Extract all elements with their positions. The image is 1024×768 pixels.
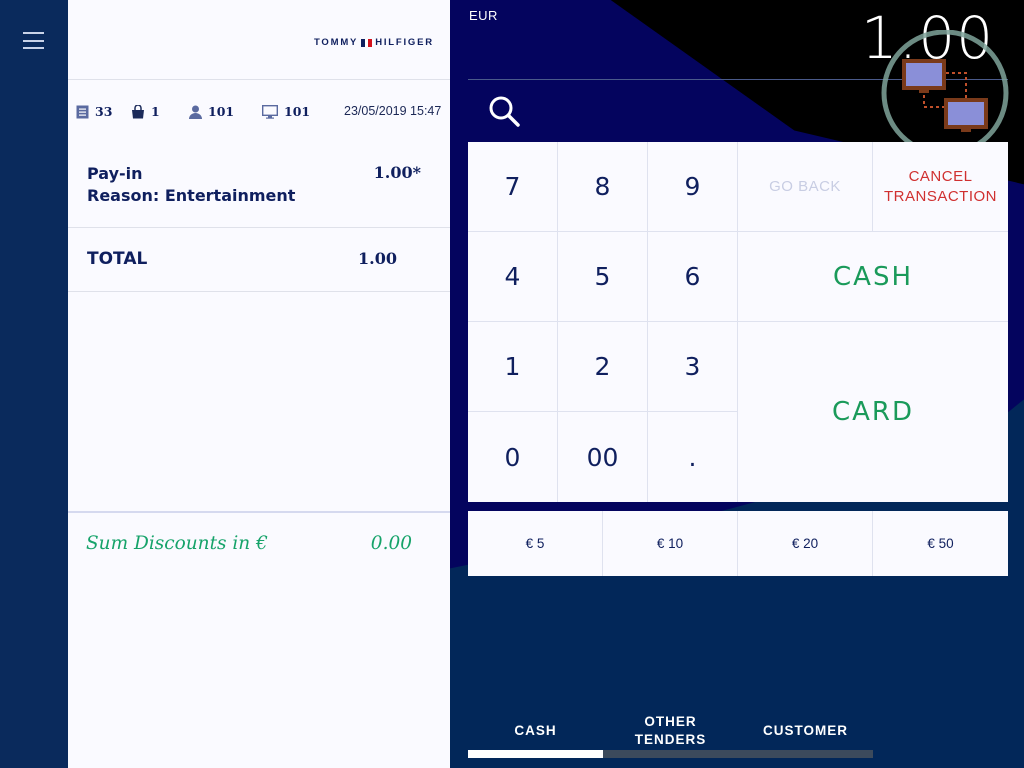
divider [68,227,450,228]
key-00[interactable]: 00 [558,412,647,502]
bag-stat: 1 [131,104,160,119]
line-item-reason: Reason: Entertainment [87,186,296,205]
discounts-row: Sum Discounts in € 0.00 [86,533,414,554]
cash-button[interactable]: CASH [738,232,1008,321]
user-id: 101 [208,104,235,119]
quick-amount-10[interactable]: € 10 [603,511,737,576]
key-5[interactable]: 5 [558,232,647,321]
currency-label: EUR [469,8,498,23]
total-label: TOTAL [87,249,148,269]
tab-other-tenders-line2: TENDERS [634,732,707,747]
tab-other-tenders[interactable]: OTHER TENDERS [603,710,738,758]
key-3[interactable]: 3 [648,322,737,411]
quick-amount-20[interactable]: € 20 [738,511,872,576]
monitor-icon [262,104,278,119]
key-6[interactable]: 6 [648,232,737,321]
receipt-line-item[interactable]: Pay-in Reason: Entertainment 1.00* [87,163,423,207]
tender-tabs: CASH OTHER TENDERS CUSTOMER [468,710,873,758]
key-9[interactable]: 9 [648,142,737,231]
user-stat: 101 [189,104,234,119]
tab-indicator [738,750,873,758]
tab-indicator [468,750,603,758]
key-7[interactable]: 7 [468,142,557,231]
go-back-button[interactable]: GO BACK [738,142,872,231]
tab-other-tenders-label: OTHER TENDERS [635,713,707,749]
tab-cash-label: CASH [514,723,557,738]
tab-customer-label: CUSTOMER [762,723,848,738]
card-button[interactable]: CARD [738,322,1008,502]
divider [68,79,450,80]
status-bar: 33 1 101 101 23/05/2019 15:47 [76,104,450,122]
total-row: TOTAL 1.00 [87,249,397,269]
quick-amounts: € 5 € 10 € 20 € 50 [468,511,1008,576]
tab-customer[interactable]: CUSTOMER [738,710,873,758]
discounts-value: 0.00 [370,533,412,554]
tab-indicator [603,750,738,758]
terminal-stat: 101 [262,104,310,119]
terminal-id: 101 [284,104,311,119]
quick-amount-50[interactable]: € 50 [873,511,1008,576]
key-1[interactable]: 1 [468,322,557,411]
line-item-name: Pay-in [87,164,143,183]
cancel-transaction-button[interactable]: CANCEL TRANSACTION [873,142,1008,231]
connection-status-icon[interactable] [880,30,1010,160]
receipt-panel: TOMMY HILFIGER 33 1 101 101 23/05/2019 1… [68,0,450,768]
bag-icon [132,104,144,118]
key-4[interactable]: 4 [468,232,557,321]
brand-name-left: TOMMY [314,37,359,48]
cancel-label-line1: CANCEL [908,167,973,185]
quick-amount-5[interactable]: € 5 [468,511,602,576]
cancel-label-line2: TRANSACTION [883,187,997,205]
flag-logo-icon [361,38,373,47]
datetime: 23/05/2019 15:47 [344,104,442,118]
divider [68,511,450,513]
key-2[interactable]: 2 [558,322,647,411]
line-item-value: 1.00* [373,163,421,182]
bag-count: 1 [151,104,160,119]
side-rail [0,0,68,768]
brand-logo: TOMMY HILFIGER [314,37,434,48]
keypad: 7 8 9 GO BACK CANCEL TRANSACTION 4 5 6 C… [468,142,1008,502]
receipt-icon [76,105,89,118]
tab-other-tenders-line1: OTHER [644,714,697,729]
search-icon[interactable] [487,94,521,128]
user-icon [189,105,202,119]
receipts-stat: 33 [76,104,112,119]
menu-icon[interactable] [23,32,44,49]
tab-cash[interactable]: CASH [468,710,603,758]
total-value: 1.00 [358,249,397,268]
divider [68,291,450,292]
discounts-label: Sum Discounts in € [86,533,268,554]
key-decimal[interactable]: . [648,412,737,502]
key-0[interactable]: 0 [468,412,557,502]
receipts-count: 33 [95,104,113,119]
key-8[interactable]: 8 [558,142,647,231]
brand-name-right: HILFIGER [375,37,434,48]
